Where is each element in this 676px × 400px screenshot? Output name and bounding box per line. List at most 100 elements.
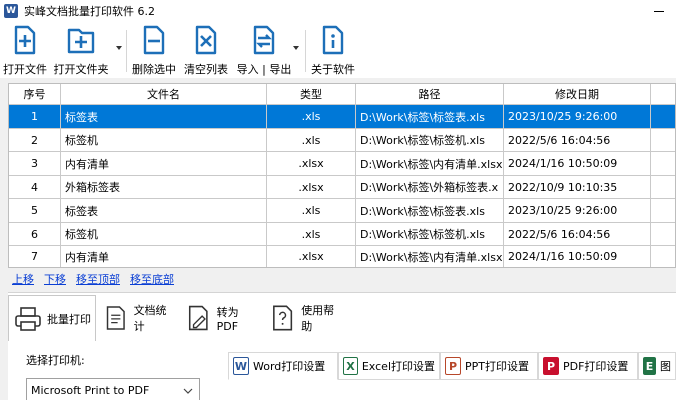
row-filler <box>651 176 675 199</box>
tab-document-stats[interactable]: 文档统计 <box>98 295 178 341</box>
row-number: 2 <box>9 129 61 152</box>
import-dropdown-arrow-icon[interactable] <box>292 44 300 52</box>
table-row[interactable]: 1 标签表 .xls D:\Work\标签\标签表.xls 2023/10/25… <box>9 105 675 129</box>
row-number: 3 <box>9 152 61 176</box>
help-icon <box>273 305 293 331</box>
table-row[interactable]: 2 标签机 .xls D:\Work\标签\标签机.xls 2022/5/6 1… <box>9 129 675 152</box>
file-name: 标签表 <box>61 105 267 129</box>
tab-more-settings[interactable]: E 图 <box>638 352 676 380</box>
column-header-filler <box>651 84 675 105</box>
row-number: 1 <box>9 105 61 129</box>
tab-ppt-settings[interactable]: P PPT打印设置 <box>440 352 538 380</box>
modified-date: 2022/10/9 10:10:35 <box>504 176 651 199</box>
file-name: 标签机 <box>61 129 267 152</box>
delete-selected-label: 删除选中 <box>132 63 176 76</box>
file-type: .xls <box>267 223 356 246</box>
printer-select-label: 选择打印机: <box>26 354 85 367</box>
info-icon <box>322 25 344 55</box>
import-export-button[interactable]: 导入 | 导出 <box>236 25 292 77</box>
move-up-link[interactable]: 上移 <box>12 271 34 287</box>
about-button[interactable]: 关于软件 <box>311 25 355 77</box>
file-clear-icon <box>195 25 217 55</box>
table-row[interactable]: 6 标签机 .xls D:\Work\标签\标签机.xls 2022/5/6 1… <box>9 223 675 246</box>
printer-icon <box>15 306 41 331</box>
row-number: 7 <box>9 246 61 267</box>
tab-document-stats-label: 文档统计 <box>133 304 167 333</box>
modified-date: 2024/1/16 10:50:09 <box>504 152 651 176</box>
column-header[interactable]: 修改日期 <box>504 84 651 105</box>
row-filler <box>651 152 675 176</box>
toolbar-separator <box>126 30 127 72</box>
row-filler <box>651 199 675 223</box>
folder-dropdown-arrow-icon[interactable] <box>115 44 123 52</box>
table-row[interactable]: 4 外箱标签表 .xlsx D:\Work\标签\外箱标签表.x 2022/10… <box>9 176 675 199</box>
file-path: D:\Work\标签\标签表.xls <box>356 105 504 129</box>
file-name: 外箱标签表 <box>61 176 267 199</box>
clear-list-label: 清空列表 <box>184 63 228 76</box>
pdf-icon: P <box>543 357 559 375</box>
open-folder-label: 打开文件夹 <box>53 63 109 76</box>
file-path: D:\Work\标签\内有清单.xlsx <box>356 152 504 176</box>
modified-date: 2023/10/25 9:26:00 <box>504 105 651 129</box>
spreadsheet-icon: E <box>643 357 656 375</box>
tab-word-settings-label: Word打印设置 <box>253 360 326 373</box>
open-file-button[interactable]: 打开文件 <box>3 25 47 77</box>
file-path: D:\Work\标签\标签表.xls <box>356 199 504 223</box>
file-name: 标签表 <box>61 199 267 223</box>
document-stats-icon <box>106 306 125 330</box>
open-file-label: 打开文件 <box>3 63 47 76</box>
clear-list-button[interactable]: 清空列表 <box>184 25 228 77</box>
toolbar: 打开文件 打开文件夹 删除选中 清空列表 导入 | 导出 关于软件 <box>0 22 676 78</box>
tab-excel-settings-label: Excel打印设置 <box>361 360 435 373</box>
row-number: 5 <box>9 199 61 223</box>
modified-date: 2024/1/16 10:50:09 <box>504 246 651 267</box>
table-row[interactable]: 5 标签表 .xls D:\Work\标签\标签表.xls 2023/10/25… <box>9 199 675 223</box>
minimize-icon <box>654 10 664 12</box>
open-folder-button[interactable]: 打开文件夹 <box>53 25 109 77</box>
folder-add-icon <box>67 28 95 54</box>
file-type: .xls <box>267 105 356 129</box>
tab-help[interactable]: 使用帮助 <box>264 295 348 341</box>
modified-date: 2022/5/6 16:04:56 <box>504 129 651 152</box>
move-to-bottom-link[interactable]: 移至底部 <box>130 271 174 287</box>
convert-pdf-icon <box>188 305 208 331</box>
table-row[interactable]: 7 内有清单 .xlsx D:\Work\标签\内有清单.xlsx 2024/1… <box>9 246 675 267</box>
title-bar: W 实峰文档批量打印软件 6.2 <box>0 0 676 22</box>
tab-excel-settings[interactable]: X Excel打印设置 <box>338 352 440 380</box>
minimize-button[interactable] <box>642 0 676 22</box>
file-list-table[interactable]: 序号 文件名 类型 路径 修改日期 1 标签表 .xls D:\Work\标签\… <box>8 83 676 268</box>
modified-date: 2023/10/25 9:26:00 <box>504 199 651 223</box>
file-path: D:\Work\标签\标签机.xls <box>356 129 504 152</box>
file-name: 内有清单 <box>61 152 267 176</box>
row-number: 4 <box>9 176 61 199</box>
file-path: D:\Work\标签\外箱标签表.x <box>356 176 504 199</box>
tab-convert-pdf[interactable]: 转为PDF <box>180 295 262 341</box>
file-name: 标签机 <box>61 223 267 246</box>
tab-batch-print[interactable]: 批量打印 <box>8 295 96 341</box>
delete-selected-button[interactable]: 删除选中 <box>132 25 176 77</box>
window-title: 实峰文档批量打印软件 6.2 <box>24 5 155 18</box>
printer-select[interactable]: Microsoft Print to PDF <box>26 378 200 400</box>
column-header[interactable]: 路径 <box>356 84 504 105</box>
row-filler <box>651 105 675 129</box>
column-header[interactable]: 类型 <box>267 84 356 105</box>
file-add-icon <box>14 25 36 55</box>
table-row[interactable]: 3 内有清单 .xlsx D:\Work\标签\内有清单.xlsx 2024/1… <box>9 152 675 176</box>
move-to-top-link[interactable]: 移至顶部 <box>76 271 120 287</box>
import-export-icon <box>253 25 275 55</box>
modified-date: 2022/5/6 16:04:56 <box>504 223 651 246</box>
file-type: .xls <box>267 129 356 152</box>
tab-word-settings[interactable]: W Word打印设置 <box>228 352 338 380</box>
file-type: .xlsx <box>267 246 356 267</box>
tab-pdf-settings[interactable]: P PDF打印设置 <box>538 352 638 380</box>
move-down-link[interactable]: 下移 <box>44 271 66 287</box>
about-label: 关于软件 <box>311 63 355 76</box>
chevron-down-icon <box>183 388 193 394</box>
column-header[interactable]: 文件名 <box>61 84 267 105</box>
file-type: .xls <box>267 199 356 223</box>
excel-icon: X <box>343 357 358 375</box>
tab-convert-pdf-label: 转为PDF <box>216 305 239 333</box>
word-icon: W <box>233 357 249 375</box>
column-header[interactable]: 序号 <box>9 84 61 105</box>
row-filler <box>651 246 675 267</box>
